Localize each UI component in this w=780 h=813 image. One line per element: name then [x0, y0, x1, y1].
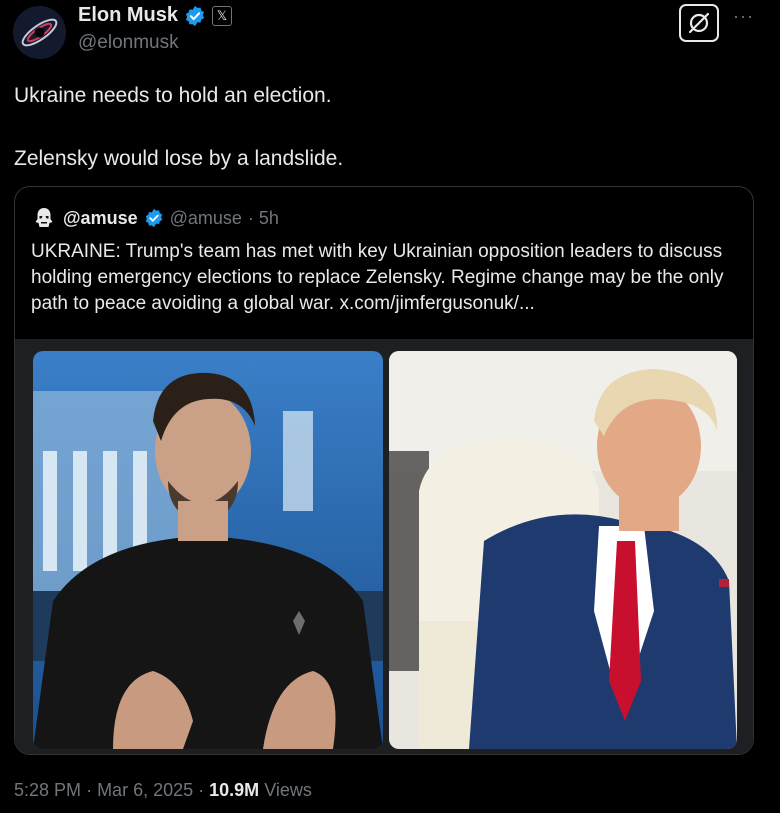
tweet-date[interactable]: Mar 6, 2025: [97, 780, 193, 800]
zelensky-photo-illustration: [33, 351, 383, 749]
grok-icon: [688, 12, 710, 34]
photo-zelensky[interactable]: [33, 351, 383, 749]
tweet-metadata: 5:28 PM · Mar 6, 2025 · 10.9M Views: [14, 780, 312, 801]
quote-text: UKRAINE: Trump's team has met with key U…: [31, 241, 724, 314]
views-count[interactable]: 10.9M: [209, 780, 259, 800]
views-label: Views: [264, 780, 312, 800]
x-affiliate-badge-icon[interactable]: 𝕏: [212, 5, 233, 26]
quote-avatar[interactable]: [31, 205, 57, 231]
galaxy-avatar-icon: [13, 6, 66, 59]
author-avatar[interactable]: [13, 6, 66, 59]
quote-timestamp[interactable]: · 5h: [248, 208, 279, 229]
author-name[interactable]: Elon Musk: [78, 4, 178, 27]
separator-dot: ·: [198, 780, 210, 800]
photo-trump[interactable]: [389, 351, 737, 749]
quoted-tweet[interactable]: @amuse @amuse · 5h UKRAINE: Trump's team…: [14, 186, 754, 755]
stormtrooper-avatar-icon: [35, 208, 53, 227]
author-handle[interactable]: @elonmusk: [78, 32, 179, 54]
quote-author-name[interactable]: @amuse: [63, 208, 138, 229]
quote-verified-badge-icon: [145, 208, 162, 228]
author-name-row: Elon Musk 𝕏: [78, 4, 233, 27]
quote-media[interactable]: [15, 339, 753, 754]
more-options-icon[interactable]: ···: [733, 6, 754, 27]
quote-header: @amuse @amuse · 5h: [31, 205, 279, 231]
quote-author-handle[interactable]: @amuse: [170, 208, 242, 229]
tweet-line-2: Zelensky would lose by a landslide.: [14, 147, 344, 170]
separator-dot: ·: [86, 780, 98, 800]
tweet-line-1: Ukraine needs to hold an election.: [14, 84, 332, 107]
tweet-time[interactable]: 5:28 PM: [14, 780, 81, 800]
verified-badge-icon: [185, 5, 205, 26]
trump-photo-illustration: [389, 351, 737, 749]
grok-button[interactable]: [679, 4, 719, 42]
